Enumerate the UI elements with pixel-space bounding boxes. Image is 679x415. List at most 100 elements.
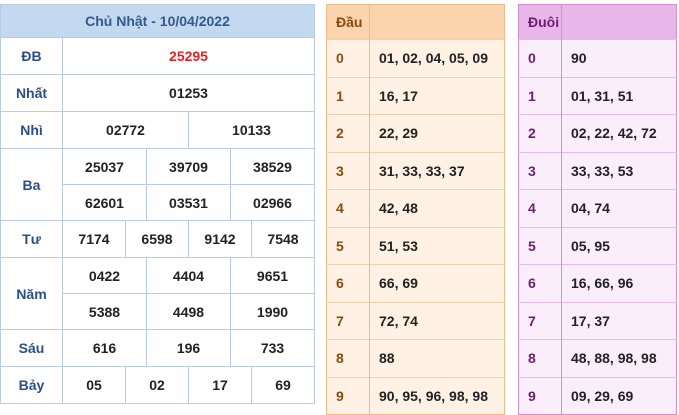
prize-value: 7548 [251, 220, 315, 258]
duoi-row: 7 17, 37 [518, 301, 677, 340]
prize-row-tu: Tư 7174 6598 9142 7548 [0, 220, 315, 258]
dau-key: 6 [326, 264, 370, 302]
duoi-row: 6 16, 66, 96 [518, 264, 677, 302]
prize-value: 03531 [146, 184, 231, 221]
prize-value: 9651 [230, 257, 315, 294]
dau-table: Đầu 0 01, 02, 04, 05, 09 1 16, 17 2 22, 29 3 31… [326, 4, 505, 415]
prize-value: 196 [146, 329, 231, 367]
dau-row: 5 51, 53 [326, 226, 505, 265]
duoi-values: 09, 29, 69 [561, 376, 677, 415]
prize-label-tu: Tư [0, 220, 63, 258]
dau-row: 8 88 [326, 339, 505, 377]
prize-value: 7174 [62, 220, 126, 258]
duoi-row: 9 09, 29, 69 [518, 376, 677, 415]
duoi-values: 33, 33, 53 [561, 151, 677, 190]
prize-row-bay: Bảy 05 02 17 69 [0, 366, 315, 404]
duoi-values: 48, 88, 98, 98 [561, 339, 677, 377]
dau-row: 7 72, 74 [326, 301, 505, 340]
prize-value: 9142 [188, 220, 252, 258]
duoi-row: 1 01, 31, 51 [518, 76, 677, 115]
dau-row: 2 22, 29 [326, 114, 505, 152]
prize-value: 4404 [146, 257, 231, 294]
dau-values: 51, 53 [369, 226, 505, 265]
duoi-values: 04, 74 [561, 189, 677, 227]
duoi-row: 3 33, 33, 53 [518, 151, 677, 190]
prize-value: 616 [62, 329, 147, 367]
dau-values: 42, 48 [369, 189, 505, 227]
dau-row: 9 90, 95, 96, 98, 98 [326, 376, 505, 415]
duoi-key: 5 [518, 226, 562, 265]
prize-value: 02966 [230, 184, 315, 221]
prize-value: 4498 [146, 293, 231, 330]
dau-key: 9 [326, 376, 370, 415]
prize-value: 02 [125, 366, 189, 404]
prize-value: 39709 [146, 148, 231, 185]
prize-value: 02772 [62, 111, 189, 149]
dau-values: 66, 69 [369, 264, 505, 302]
prize-label-nam: Năm [0, 257, 63, 330]
prize-row-nhi: Nhì 02772 10133 [0, 111, 315, 149]
prize-label-db: ĐB [0, 37, 63, 75]
prize-value: 25037 [62, 148, 147, 185]
dau-header: Đầu [326, 4, 370, 40]
duoi-body: 0 90 1 01, 31, 51 2 02, 22, 42, 72 3 33, 33, 53… [518, 39, 677, 415]
results-date-title: Chủ Nhật - 10/04/2022 [0, 4, 315, 38]
duoi-key: 9 [518, 376, 562, 415]
dau-row: 6 66, 69 [326, 264, 505, 302]
prize-label-bay: Bảy [0, 366, 63, 404]
dau-key: 4 [326, 189, 370, 227]
duoi-key: 3 [518, 151, 562, 190]
prize-label-nhi: Nhì [0, 111, 63, 149]
dau-row: 3 31, 33, 33, 37 [326, 151, 505, 190]
duoi-header: Đuôi [518, 4, 562, 40]
duoi-values: 17, 37 [561, 301, 677, 340]
dau-values: 22, 29 [369, 114, 505, 152]
duoi-key: 6 [518, 264, 562, 302]
duoi-key: 7 [518, 301, 562, 340]
duoi-values: 02, 22, 42, 72 [561, 114, 677, 152]
duoi-row: 2 02, 22, 42, 72 [518, 114, 677, 152]
duoi-key: 8 [518, 339, 562, 377]
prize-label-sau: Sáu [0, 329, 63, 367]
dau-header-blank [369, 4, 505, 40]
prize-row-nhat: Nhất 01253 [0, 74, 315, 112]
dau-row: 4 42, 48 [326, 189, 505, 227]
duoi-key: 4 [518, 189, 562, 227]
dau-key: 1 [326, 76, 370, 115]
dau-key: 5 [326, 226, 370, 265]
duoi-row: 0 90 [518, 39, 677, 77]
dau-values: 01, 02, 04, 05, 09 [369, 39, 505, 77]
dau-row: 0 01, 02, 04, 05, 09 [326, 39, 505, 77]
prize-row-sau: Sáu 616 196 733 [0, 329, 315, 367]
prize-value: 0422 [62, 257, 147, 294]
duoi-row: 5 05, 95 [518, 226, 677, 265]
duoi-values: 05, 95 [561, 226, 677, 265]
duoi-key: 2 [518, 114, 562, 152]
prize-value: 01253 [62, 74, 315, 112]
dau-key: 0 [326, 39, 370, 77]
prize-value: 10133 [188, 111, 315, 149]
prize-value: 17 [188, 366, 252, 404]
duoi-key: 1 [518, 76, 562, 115]
prize-value-db: 25295 [62, 37, 315, 75]
prize-value: 38529 [230, 148, 315, 185]
dau-key: 2 [326, 114, 370, 152]
prize-label-nhat: Nhất [0, 74, 63, 112]
duoi-table: Đuôi 0 90 1 01, 31, 51 2 02, 22, 42, 72 3 33, 3… [518, 4, 677, 415]
dau-key: 3 [326, 151, 370, 190]
prize-row-db: ĐB 25295 [0, 37, 315, 75]
prize-row-ba: Ba 25037 39709 38529 [0, 148, 315, 221]
dau-body: 0 01, 02, 04, 05, 09 1 16, 17 2 22, 29 3 31, 33… [326, 39, 505, 415]
prize-value: 6598 [125, 220, 189, 258]
dau-values: 72, 74 [369, 301, 505, 340]
duoi-row: 8 48, 88, 98, 98 [518, 339, 677, 377]
dau-values: 31, 33, 33, 37 [369, 151, 505, 190]
duoi-values: 16, 66, 96 [561, 264, 677, 302]
prize-value: 5388 [62, 293, 147, 330]
prize-value: 69 [251, 366, 315, 404]
dau-values: 16, 17 [369, 76, 505, 115]
dau-key: 7 [326, 301, 370, 340]
prize-value: 62601 [62, 184, 147, 221]
duoi-values: 01, 31, 51 [561, 76, 677, 115]
dau-key: 8 [326, 339, 370, 377]
